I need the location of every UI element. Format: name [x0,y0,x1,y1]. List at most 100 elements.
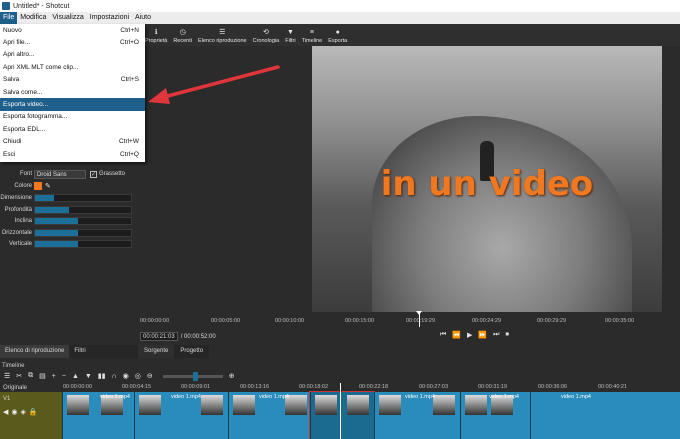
clip-thumbnail [379,395,401,415]
skip-start-button[interactable]: ⏮ [440,331,446,339]
clip-name: video 1.mp4 [489,394,519,400]
remove-icon[interactable]: − [62,373,66,380]
zoom-in-icon[interactable]: ⊕ [229,372,235,380]
slider-label: Verticale [8,241,32,247]
eyedropper-icon[interactable]: ✎ [45,182,51,190]
add-icon[interactable]: + [52,373,56,380]
ruler-tick: 00:00:05:00 [211,318,241,324]
timeline-clip[interactable]: video 1.mp4 [374,392,460,439]
tab-source[interactable]: Sorgente [138,345,175,358]
menu-icon[interactable]: ☰ [4,372,10,380]
skip-end-button[interactable]: ⏭ [493,331,499,339]
mute-icon[interactable]: ◀ [3,408,8,416]
menu-item-salva-come[interactable]: Salva come... [0,86,145,98]
menu-item-nuovo[interactable]: Nuovo Ctrl+N [0,24,145,36]
copy-icon[interactable]: ⧉ [28,372,33,380]
menu-item-apri-xml[interactable]: Apri XML MLT come clip... [0,61,145,73]
player-playhead[interactable] [416,311,422,327]
color-swatch[interactable] [34,182,42,190]
clip-thumbnail [233,395,255,415]
snap-icon[interactable]: ∩ [112,373,117,380]
timeline-clip[interactable]: video 1.mp4 [134,392,228,439]
bold-checkbox[interactable]: ✓ [90,170,97,178]
menu-item-apri-file[interactable]: Apri file... Ctrl+O [0,36,145,48]
menu-item-esporta-fotogramma[interactable]: Esporta fotogramma... [0,111,145,123]
timeline-clip[interactable]: video 1.mp4 [530,392,680,439]
track-icons: ◀ ◉ ◈ 🔒 [3,408,38,416]
cut-icon[interactable]: ✂ [16,372,22,380]
total-time: / 00:00:52:00 [180,333,216,340]
clock-icon: ◷ [179,29,186,36]
menu-visualizza[interactable]: Visualizza [49,12,86,24]
scrub-icon[interactable]: ◉ [123,372,129,380]
toolbar-history[interactable]: ⟲ Cronologia [253,29,280,44]
track-v1[interactable]: video 1.mp4 video 1.mp4 video 1.mp4 vide… [62,391,680,439]
play-button[interactable]: ▶ [467,331,472,339]
tilt-slider[interactable] [34,217,132,225]
menu-impostazioni[interactable]: Impostazioni [87,12,132,24]
clip-name: video 1.mp4 [259,394,289,400]
timeline-clip[interactable]: video 1.mp4 [460,392,530,439]
composite-icon[interactable]: ◈ [21,408,26,416]
ruler-tick: 00:00:24:29 [472,318,502,324]
depth-slider[interactable] [34,206,132,214]
size-slider[interactable] [34,194,132,202]
overwrite-icon[interactable]: ▼ [85,373,92,380]
ripple-icon[interactable]: ◎ [135,372,141,380]
tab-filters[interactable]: Filtri [69,345,90,358]
rewind-button[interactable]: ⏪ [452,331,461,339]
eye-icon[interactable]: ◉ [11,408,17,416]
zoom-knob[interactable] [192,371,198,381]
slider-label: Dimensione [0,195,32,201]
lift-icon[interactable]: ▲ [72,373,79,380]
toolbar-timeline[interactable]: ≡ Timeline [302,29,323,44]
bold-label: Grassetto [99,171,126,177]
toolbar-properties[interactable]: ℹ Proprietà [145,29,167,44]
menu-item-esci[interactable]: Esci Ctrl+Q [0,148,145,160]
menu-item-esporta-edl[interactable]: Esporta EDL... [0,123,145,135]
menu-file[interactable]: File [0,12,18,24]
filter-icon: ▼ [286,29,294,36]
toolbar-filters[interactable]: ▼ Filtri [285,29,295,44]
timeline-clip[interactable]: video 1.mp4 [62,392,134,439]
menu-item-apri-altro[interactable]: Apri altro... [0,49,145,61]
tab-playlist[interactable]: Elenco di riproduzione [0,345,70,358]
player-ruler[interactable]: 00:00:00:00 00:00:05:00 00:00:10:00 00:0… [138,318,680,327]
lock-icon[interactable]: 🔒 [29,408,38,416]
paste-icon[interactable]: ▤ [39,372,46,380]
menu-item-chiudi[interactable]: Chiudi Ctrl+W [0,136,145,148]
split-icon[interactable]: ▮▮ [98,372,106,380]
zoom-out-icon[interactable]: ⊖ [147,372,153,380]
stop-button[interactable]: ⏹ [505,331,509,339]
timeline-tick: 00:00:09:01 [181,384,211,390]
clip-name: video 1.mp4 [171,394,201,400]
menu-item-salva[interactable]: Salva Ctrl+S [0,74,145,86]
timeline-ruler[interactable]: 00:00:00:00 00:00:04:15 00:00:09:01 00:0… [62,383,680,392]
ruler-tick: 00:00:29:29 [537,318,567,324]
toolbar-recent[interactable]: ◷ Recenti [173,29,192,44]
fast-forward-button[interactable]: ⏩ [478,331,487,339]
timeline-clip-selected[interactable] [309,391,375,439]
timeline-tick: 00:00:00:00 [63,384,93,390]
slider-label: Orizzontale [1,230,32,236]
export-icon: ● [335,29,340,36]
video-player[interactable]: in un video [312,46,662,312]
zoom-slider[interactable] [162,371,223,381]
menu-modifica[interactable]: Modifica [17,12,49,24]
menu-item-esporta-video[interactable]: Esporta video... [0,98,145,111]
slider-row: Dimensione [0,193,138,203]
vertical-slider[interactable] [34,240,132,248]
timeline-clip[interactable]: video 1.mp4 [228,392,310,439]
ruler-tick: 00:00:00:00 [140,318,170,324]
font-label: Font [19,171,32,177]
timeline-tick: 00:00:40:21 [598,384,628,390]
toolbar-playlist[interactable]: ☰ Elenco riproduzione [198,29,247,44]
font-select[interactable]: Droid Sans [34,169,86,179]
tab-project[interactable]: Progetto [174,345,210,358]
timeline-tick: 00:00:36:06 [538,384,568,390]
horizontal-slider[interactable] [34,229,132,237]
toolbar-export[interactable]: ● Esporta [328,29,347,44]
menu-aiuto[interactable]: Aiuto [132,12,154,24]
timeline-playhead[interactable] [340,383,341,439]
current-time-field[interactable]: 00:00:21:03 [140,332,178,341]
